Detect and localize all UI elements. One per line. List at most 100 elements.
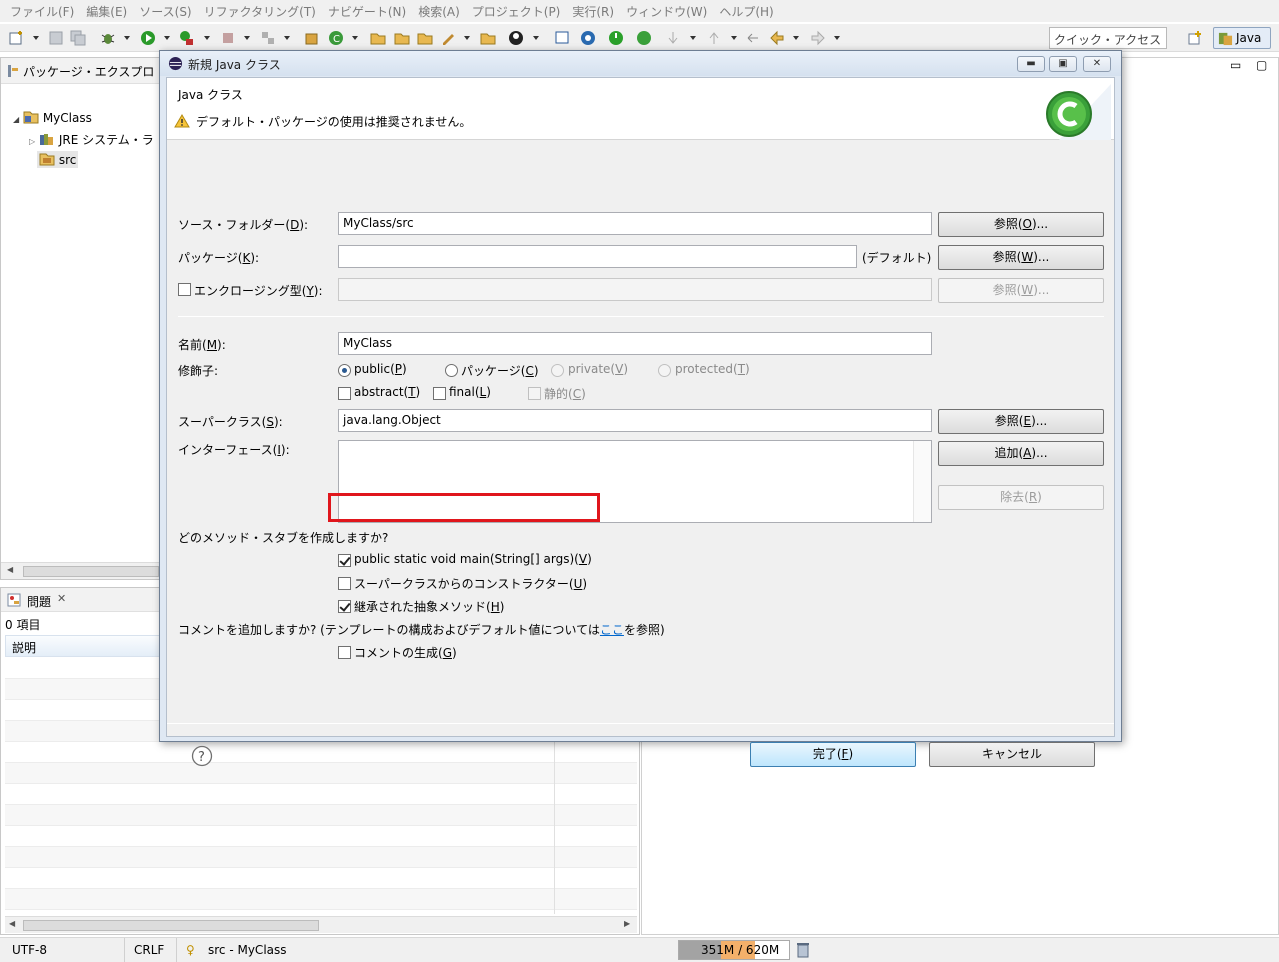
pen-icon[interactable] — [440, 30, 456, 46]
save-icon[interactable] — [48, 30, 64, 46]
menu-navigate[interactable]: ナビゲート(N) — [322, 3, 412, 20]
new-icon[interactable] — [8, 30, 24, 46]
browse-package-button[interactable]: 参照(W)... — [938, 245, 1104, 270]
external-tools-icon[interactable] — [178, 30, 194, 46]
tree-item-src[interactable]: src — [37, 151, 79, 168]
final-checkbox[interactable] — [433, 387, 446, 400]
dialog-titlebar[interactable]: 新規 Java クラス ▬ ▣ ✕ — [160, 51, 1121, 76]
debug-icon[interactable] — [100, 30, 116, 46]
chevron-down-icon[interactable] — [533, 36, 539, 40]
menu-window[interactable]: ウィンドウ(W) — [620, 3, 713, 20]
scroll-left-icon[interactable]: ◀ — [7, 565, 13, 574]
package-explorer-tab[interactable]: パッケージ・エクスプロ — [1, 58, 163, 84]
main-method-checkbox[interactable] — [338, 554, 351, 567]
generate-comments-checkbox[interactable] — [338, 646, 351, 659]
finish-button[interactable]: 完了(F) — [750, 742, 916, 767]
minimize-button[interactable]: ▬ — [1017, 56, 1045, 72]
next-annotation-icon[interactable] — [665, 30, 681, 46]
prev-annotation-icon[interactable] — [706, 30, 722, 46]
chevron-down-icon[interactable] — [124, 36, 130, 40]
last-edit-icon[interactable] — [745, 30, 761, 46]
forward-icon[interactable] — [810, 30, 826, 46]
horizontal-scrollbar[interactable]: ◀ ▶ — [5, 916, 637, 933]
menu-project[interactable]: プロジェクト(P) — [466, 3, 567, 20]
source-folder-input[interactable]: MyClass/src — [338, 212, 932, 235]
open-type-icon[interactable] — [370, 30, 386, 46]
menu-run[interactable]: 実行(R) — [566, 3, 620, 20]
close-icon[interactable]: ✕ — [57, 592, 66, 605]
expanded-icon[interactable]: ◢ — [13, 115, 19, 124]
collapsed-icon[interactable]: ▷ — [29, 137, 35, 146]
browse-superclass-button[interactable]: 参照(E)... — [938, 409, 1104, 434]
user-icon[interactable] — [508, 30, 524, 46]
chevron-down-icon[interactable] — [33, 36, 39, 40]
abstract-checkbox[interactable] — [338, 387, 351, 400]
menu-source[interactable]: ソース(S) — [133, 3, 197, 20]
scrollbar-thumb[interactable] — [23, 920, 319, 931]
menu-search[interactable]: 検索(A) — [412, 3, 466, 20]
chevron-down-icon[interactable] — [690, 36, 696, 40]
superclass-input[interactable]: java.lang.Object — [338, 409, 932, 432]
browse-enclosing-type-button[interactable]: 参照(W)... — [938, 278, 1104, 303]
constructors-checkbox[interactable] — [338, 577, 351, 590]
open-folder-icon[interactable] — [394, 30, 410, 46]
enclosing-type-input[interactable] — [338, 278, 932, 301]
chevron-down-icon[interactable] — [834, 36, 840, 40]
heap-status[interactable]: 351M / 620M — [678, 940, 790, 960]
folder-icon[interactable] — [417, 30, 433, 46]
menu-edit[interactable]: 編集(E) — [80, 3, 133, 20]
chevron-down-icon[interactable] — [793, 36, 799, 40]
tree-item-jre[interactable]: ▷ JRE システム・ラ — [29, 131, 154, 148]
maximize-icon[interactable]: ▢ — [1256, 58, 1267, 72]
save-all-icon[interactable] — [70, 30, 86, 46]
private-radio[interactable] — [551, 364, 564, 377]
java-perspective-button[interactable]: Java — [1213, 27, 1271, 49]
open-resource-icon[interactable] — [480, 30, 496, 46]
horizontal-scrollbar[interactable]: ◀ — [1, 562, 161, 579]
quick-access-input[interactable]: クイック・アクセス — [1049, 27, 1167, 49]
chevron-down-icon[interactable] — [204, 36, 210, 40]
scroll-right-icon[interactable]: ▶ — [624, 919, 630, 928]
vertical-scrollbar[interactable] — [913, 441, 931, 522]
menu-file[interactable]: ファイル(F) — [4, 3, 80, 20]
back-icon[interactable] — [769, 30, 785, 46]
maximize-button[interactable]: ▣ — [1049, 56, 1077, 72]
chevron-down-icon[interactable] — [164, 36, 170, 40]
chevron-down-icon[interactable] — [352, 36, 358, 40]
stop-icon[interactable] — [220, 30, 236, 46]
help-icon[interactable]: ? — [191, 745, 213, 767]
enclosing-type-checkbox[interactable] — [178, 283, 191, 296]
power-icon[interactable] — [608, 30, 624, 46]
public-radio[interactable] — [338, 364, 351, 377]
chevron-down-icon[interactable] — [244, 36, 250, 40]
disconnect-icon[interactable] — [260, 30, 276, 46]
chevron-down-icon[interactable] — [731, 36, 737, 40]
remove-interface-button[interactable]: 除去(R) — [938, 485, 1104, 510]
scrollbar-thumb[interactable] — [23, 566, 159, 577]
settings-icon[interactable] — [580, 30, 596, 46]
tree-item-project[interactable]: ◢ MyClass — [13, 110, 92, 125]
minimize-icon[interactable]: ▭ — [1230, 58, 1241, 72]
cancel-button[interactable]: キャンセル — [929, 742, 1095, 767]
static-checkbox[interactable] — [528, 387, 541, 400]
trash-icon[interactable] — [796, 942, 810, 958]
run-icon[interactable] — [140, 30, 156, 46]
open-perspective-icon[interactable] — [1187, 30, 1203, 46]
add-interface-button[interactable]: 追加(A)... — [938, 441, 1104, 466]
refresh-icon[interactable] — [636, 30, 652, 46]
menu-refactor[interactable]: リファクタリング(T) — [198, 3, 322, 20]
chevron-down-icon[interactable] — [284, 36, 290, 40]
chevron-down-icon[interactable] — [464, 36, 470, 40]
protected-radio[interactable] — [658, 364, 671, 377]
scroll-left-icon[interactable]: ◀ — [9, 919, 15, 928]
browse-source-folder-button[interactable]: 参照(O)... — [938, 212, 1104, 237]
inherited-methods-checkbox[interactable] — [338, 600, 351, 613]
new-class-icon[interactable]: C — [328, 30, 344, 46]
menu-help[interactable]: ヘルプ(H) — [713, 3, 779, 20]
package-radio[interactable] — [445, 364, 458, 377]
console-icon[interactable] — [554, 30, 570, 46]
name-input[interactable]: MyClass — [338, 332, 932, 355]
templates-link[interactable]: ここ — [600, 623, 624, 637]
close-button[interactable]: ✕ — [1083, 56, 1111, 72]
package-input[interactable] — [338, 245, 857, 268]
